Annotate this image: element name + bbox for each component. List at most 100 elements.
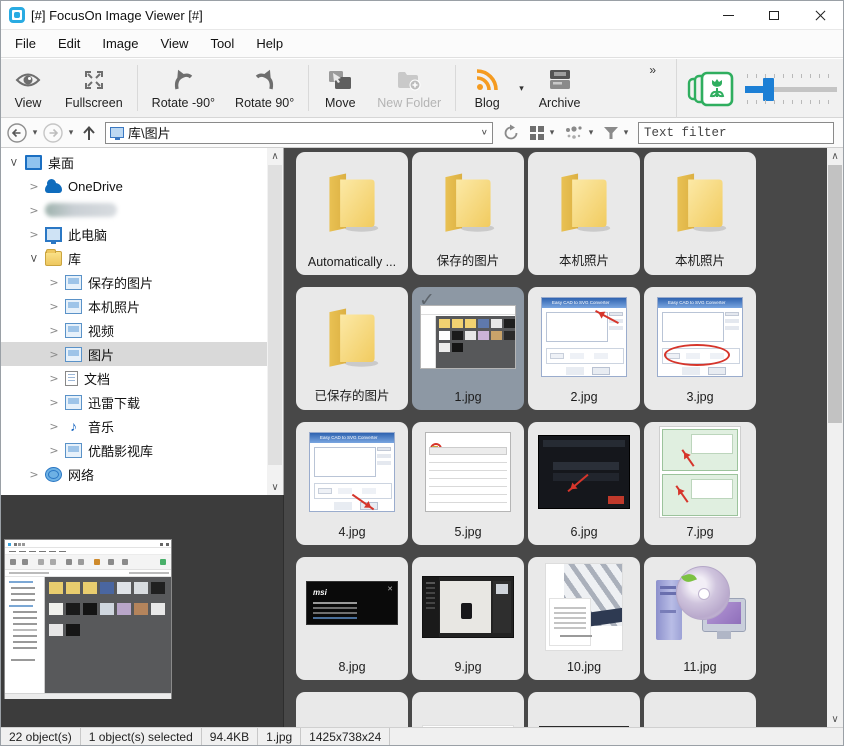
- grid-item-folder[interactable]: Automatically ...: [296, 152, 408, 275]
- expand-chevron-icon[interactable]: >: [29, 180, 39, 193]
- grid-item[interactable]: 6.jpg: [528, 422, 640, 545]
- tree-item-user-redacted[interactable]: >: [1, 198, 267, 222]
- scroll-down-icon[interactable]: ∨: [267, 479, 283, 495]
- grid-item[interactable]: Easy CAD to SVG Converter 4.jpg: [296, 422, 408, 545]
- preview-pane[interactable]: [1, 495, 284, 727]
- move-button[interactable]: Move: [313, 59, 367, 117]
- filter-button[interactable]: ▾: [603, 126, 632, 140]
- grid-item-folder[interactable]: 本机照片: [644, 152, 756, 275]
- tree-scrollbar[interactable]: ∧ ∨: [267, 148, 283, 495]
- back-dropdown-arrow[interactable]: ▾: [29, 127, 41, 138]
- archive-button[interactable]: Archive: [529, 59, 591, 117]
- grid-item[interactable]: Easy CAD to SVG Converter 2.jpg: [528, 287, 640, 410]
- tree-item-network[interactable]: > 网络: [1, 462, 267, 486]
- slider-thumb[interactable]: [763, 78, 774, 101]
- tree-item-music[interactable]: > ♪ 音乐: [1, 414, 267, 438]
- forward-button[interactable]: [41, 121, 65, 145]
- tree-item-saved-pictures[interactable]: > 保存的图片: [1, 270, 267, 294]
- text-filter-input[interactable]: [638, 122, 834, 144]
- expand-chevron-icon[interactable]: >: [29, 204, 39, 217]
- maximize-button[interactable]: [751, 1, 797, 29]
- tree-item-videos[interactable]: > 视频: [1, 318, 267, 342]
- new-folder-button[interactable]: New Folder: [367, 59, 451, 117]
- forward-dropdown-arrow[interactable]: ▾: [65, 127, 77, 138]
- menu-image[interactable]: Image: [102, 31, 150, 56]
- tree-item-onedrive[interactable]: > OneDrive: [1, 174, 267, 198]
- expand-chevron-icon[interactable]: >: [49, 444, 59, 457]
- menu-help[interactable]: Help: [256, 31, 295, 56]
- grid-item[interactable]: msi✕ 8.jpg: [296, 557, 408, 680]
- menu-view[interactable]: View: [161, 31, 201, 56]
- blog-dropdown-arrow[interactable]: ▾: [514, 59, 529, 117]
- expand-chevron-icon[interactable]: >: [29, 468, 39, 481]
- thumbnail-size-icon[interactable]: [687, 71, 735, 107]
- up-button[interactable]: [77, 121, 101, 145]
- back-button[interactable]: [5, 121, 29, 145]
- grid-item-label: 5.jpg: [415, 525, 521, 539]
- filter-dropdown-arrow[interactable]: ▾: [620, 127, 632, 138]
- tree-scrollbar-thumb[interactable]: [268, 165, 282, 465]
- blog-button[interactable]: Blog: [460, 59, 514, 117]
- menu-file[interactable]: File: [15, 31, 48, 56]
- tree-item-thunder-download[interactable]: > 迅雷下载: [1, 390, 267, 414]
- grid-item[interactable]: [644, 692, 756, 727]
- menu-edit[interactable]: Edit: [58, 31, 92, 56]
- close-button[interactable]: [797, 1, 843, 29]
- menu-tool[interactable]: Tool: [210, 31, 246, 56]
- expand-chevron-icon[interactable]: >: [49, 420, 59, 433]
- grid-item-folder[interactable]: 本机照片: [528, 152, 640, 275]
- documents-icon: [65, 371, 78, 386]
- grid-item-folder[interactable]: 已保存的图片: [296, 287, 408, 410]
- expand-chevron-icon[interactable]: >: [49, 324, 59, 337]
- tree-item-camera-roll[interactable]: > 本机照片: [1, 294, 267, 318]
- rotate-left-button[interactable]: Rotate -90°: [142, 59, 225, 117]
- thumbnail-size-slider[interactable]: [745, 72, 837, 106]
- expand-chevron-icon[interactable]: >: [28, 253, 41, 263]
- tree-item-youku-library[interactable]: > 优酷影视库: [1, 438, 267, 462]
- tree-item-this-pc[interactable]: > 此电脑: [1, 222, 267, 246]
- sort-dropdown-arrow[interactable]: ▾: [585, 127, 597, 138]
- view-mode-button[interactable]: ▾: [529, 125, 558, 141]
- grid-item[interactable]: 10.jpg: [528, 557, 640, 680]
- new-folder-icon: [396, 67, 422, 93]
- expand-chevron-icon[interactable]: >: [8, 157, 21, 167]
- scroll-up-icon[interactable]: ∧: [267, 148, 283, 164]
- address-dropdown-chevron[interactable]: ∨: [481, 128, 488, 137]
- minimize-button[interactable]: [705, 1, 751, 29]
- status-image-dimensions: 1425x738x24: [301, 728, 390, 745]
- address-box[interactable]: 库\图片 ∨: [105, 122, 493, 144]
- grid-item[interactable]: [412, 692, 524, 727]
- sort-button[interactable]: ▾: [564, 125, 597, 141]
- grid-item[interactable]: 7.jpg: [644, 422, 756, 545]
- scroll-up-icon[interactable]: ∧: [827, 148, 843, 164]
- grid-item[interactable]: [528, 692, 640, 727]
- tree-item-desktop[interactable]: > 桌面: [1, 150, 267, 174]
- view-button[interactable]: View: [1, 59, 55, 117]
- fullscreen-button[interactable]: Fullscreen: [55, 59, 133, 117]
- toolbar-overflow-chevron[interactable]: »: [645, 61, 659, 79]
- toolbar-right-group: [676, 59, 837, 118]
- grid-item[interactable]: 5.jpg: [412, 422, 524, 545]
- grid-item[interactable]: 11.jpg: [644, 557, 756, 680]
- scroll-down-icon[interactable]: ∨: [827, 711, 843, 727]
- grid-scrollbar-thumb[interactable]: [828, 165, 842, 423]
- rotate-right-button[interactable]: Rotate 90°: [225, 59, 304, 117]
- grid-item-selected[interactable]: ✓ 1.jpg: [412, 287, 524, 410]
- grid-item[interactable]: Easy CAD to SVG Converter 3.jpg: [644, 287, 756, 410]
- expand-chevron-icon[interactable]: >: [49, 276, 59, 289]
- view-mode-dropdown-arrow[interactable]: ▾: [546, 127, 558, 138]
- tree-item-documents[interactable]: > 文档: [1, 366, 267, 390]
- expand-chevron-icon[interactable]: >: [49, 372, 59, 385]
- tree-item-libraries[interactable]: > 库: [1, 246, 267, 270]
- grid-item[interactable]: [296, 692, 408, 727]
- grid-item-folder[interactable]: 保存的图片: [412, 152, 524, 275]
- expand-chevron-icon[interactable]: >: [49, 348, 59, 361]
- expand-chevron-icon[interactable]: >: [49, 396, 59, 409]
- grid-scrollbar[interactable]: ∧ ∨: [827, 148, 843, 727]
- grid-item[interactable]: 9.jpg: [412, 557, 524, 680]
- tree-item-pictures-selected[interactable]: > 图片: [1, 342, 267, 366]
- expand-chevron-icon[interactable]: >: [49, 300, 59, 313]
- slider-ticks: [747, 74, 835, 78]
- refresh-button[interactable]: [499, 121, 523, 145]
- expand-chevron-icon[interactable]: >: [29, 228, 39, 241]
